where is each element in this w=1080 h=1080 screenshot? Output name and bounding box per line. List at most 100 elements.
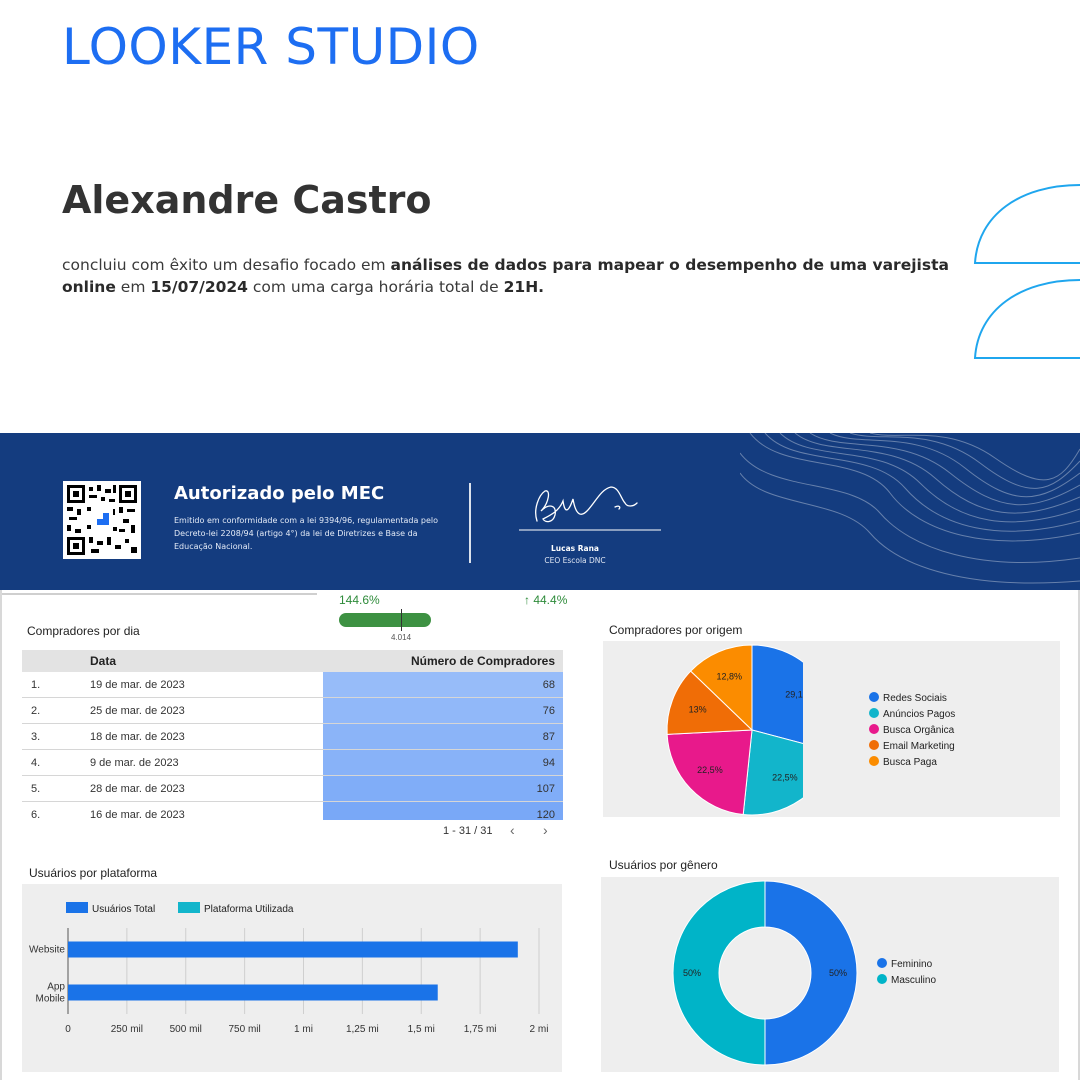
bullet-chart-bar	[339, 613, 431, 627]
donut-chart-svg: 50% 50%	[672, 880, 858, 1066]
top-divider	[2, 593, 317, 595]
qr-code-icon	[67, 485, 137, 555]
row-date: 9 de mar. de 2023	[90, 757, 179, 769]
signer-role: CEO Escola DNC	[544, 556, 606, 565]
legend-swatch	[869, 708, 879, 718]
row-date: 28 de mar. de 2023	[90, 783, 185, 795]
legend-swatch	[869, 724, 879, 734]
legend-label: Busca Paga	[883, 757, 937, 768]
mec-title: Autorizado pelo MEC	[174, 483, 385, 504]
table-row[interactable]: 3. 18 de mar. de 2023 87	[22, 724, 563, 750]
y-category-label: Website	[29, 945, 65, 956]
row-buyers: 94	[542, 757, 555, 769]
legend-item[interactable]: Feminino	[877, 958, 932, 970]
row-index: 2.	[31, 705, 41, 717]
table-row[interactable]: 5. 28 de mar. de 2023 107	[22, 776, 563, 802]
slice-label: 29,1%	[785, 690, 803, 700]
row-index: 6.	[31, 809, 41, 820]
legend-item[interactable]: Masculino	[877, 974, 936, 986]
slice-label: 22,5%	[697, 765, 723, 775]
wave-pattern-decoration	[740, 433, 1080, 584]
legend-swatch	[877, 974, 887, 984]
row-index: 1.	[31, 679, 41, 691]
legend-label: Plataforma Utilizada	[204, 904, 294, 915]
dashboard-screenshot: 144.6% 4.014 ↑ 44.4% Compradores por dia…	[0, 590, 1080, 1080]
heatmap-cell	[323, 802, 563, 820]
legend-label: Anúncios Pagos	[883, 709, 956, 720]
scorecard-change: ↑ 44.4%	[524, 593, 568, 607]
pie-chart-svg: 29,1% 22,5% 22,5% 13% 12,8%	[666, 644, 838, 816]
legend-item[interactable]: Usuários Total	[66, 902, 155, 915]
y-category-label: Mobile	[36, 994, 66, 1005]
table-row[interactable]: 4. 9 de mar. de 2023 94	[22, 750, 563, 776]
table-row[interactable]: 6. 16 de mar. de 2023 120	[22, 802, 563, 820]
table-title: Compradores por dia	[27, 624, 140, 638]
mec-description: Emitido em conformidade com a lei 9394/9…	[174, 516, 439, 551]
legend-swatch	[869, 756, 879, 766]
x-tick-label: 250 mil	[111, 1024, 143, 1035]
looker-studio-logo: LOOKER STUDIO	[62, 18, 480, 76]
legend-label: Busca Orgânica	[883, 725, 955, 736]
users-by-gender-chart: 50% 50% Feminino Masculino	[601, 877, 1059, 1072]
buyers-per-day-table: Data Número de Compradores 1. 19 de mar. …	[22, 650, 563, 820]
bar	[68, 984, 438, 1001]
row-date: 25 de mar. de 2023	[90, 705, 185, 717]
heatmap-cell	[323, 776, 563, 801]
statement-text: em	[115, 278, 151, 296]
row-index: 3.	[31, 731, 41, 743]
legend-swatch	[869, 740, 879, 750]
recipient-name: Alexandre Castro	[62, 178, 432, 222]
statement-hours: 21H.	[503, 278, 545, 296]
legend-label: Usuários Total	[92, 904, 156, 915]
x-tick-label: 1,75 mi	[464, 1024, 497, 1035]
x-tick-label: 1,5 mi	[408, 1024, 435, 1035]
decorative-arcs	[973, 184, 1080, 359]
donut-chart-title: Usuários por gênero	[609, 858, 718, 872]
legend-item[interactable]: Busca Orgânica	[869, 724, 954, 736]
x-tick-label: 750 mil	[229, 1024, 261, 1035]
statement-date: 15/07/2024	[150, 278, 248, 296]
table-body: 1. 19 de mar. de 2023 68 2. 25 de mar. de 20…	[22, 672, 563, 820]
row-buyers: 120	[536, 809, 555, 820]
row-index: 4.	[31, 757, 41, 769]
chevron-left-icon[interactable]: ‹	[510, 822, 515, 838]
table-row[interactable]: 2. 25 de mar. de 2023 76	[22, 698, 563, 724]
legend-item[interactable]: Email Marketing	[869, 740, 955, 752]
bar	[68, 941, 518, 958]
users-by-platform-chart: Usuários Total Plataforma Utilizada 0 250 …	[22, 884, 562, 1072]
legend-label: Feminino	[891, 959, 933, 970]
certificate-statement: concluiu com êxito um desafio focado em …	[62, 254, 962, 298]
mec-authorization-band: Autorizado pelo MEC Emitido em conformid…	[0, 433, 1080, 590]
chevron-right-icon[interactable]: ›	[543, 822, 548, 838]
x-tick-label: 1 mi	[294, 1024, 313, 1035]
scorecard-percentage: 144.6%	[339, 593, 380, 607]
row-date: 18 de mar. de 2023	[90, 731, 185, 743]
legend-swatch	[877, 958, 887, 968]
band-divider	[469, 483, 471, 563]
legend-swatch	[66, 902, 88, 913]
pie-chart-title: Compradores por origem	[609, 623, 743, 637]
slice-label: 50%	[829, 968, 847, 978]
slice-label: 50%	[683, 968, 701, 978]
legend-item[interactable]: Plataforma Utilizada	[178, 902, 293, 915]
legend-item[interactable]: Redes Sociais	[869, 692, 947, 704]
pagination-label: 1 - 31 / 31	[443, 825, 493, 837]
legend-swatch	[178, 902, 200, 913]
column-header-date[interactable]: Data	[90, 654, 116, 668]
legend-label: Masculino	[891, 975, 937, 986]
bullet-chart-value: 4.014	[391, 633, 412, 642]
x-tick-label: 0	[65, 1024, 71, 1035]
y-category-label: App	[47, 982, 65, 993]
slice-label: 22,5%	[772, 773, 798, 783]
row-date: 19 de mar. de 2023	[90, 679, 185, 691]
column-header-buyers[interactable]: Número de Compradores	[411, 654, 555, 668]
table-row[interactable]: 1. 19 de mar. de 2023 68	[22, 672, 563, 698]
qr-code[interactable]	[63, 481, 141, 559]
legend-label: Email Marketing	[883, 741, 955, 752]
row-buyers: 107	[536, 783, 555, 795]
legend-label: Redes Sociais	[883, 693, 947, 704]
heatmap-cell	[323, 672, 563, 697]
legend-item[interactable]: Anúncios Pagos	[869, 708, 955, 720]
bullet-chart-target	[401, 609, 402, 631]
legend-item[interactable]: Busca Paga	[869, 756, 937, 768]
